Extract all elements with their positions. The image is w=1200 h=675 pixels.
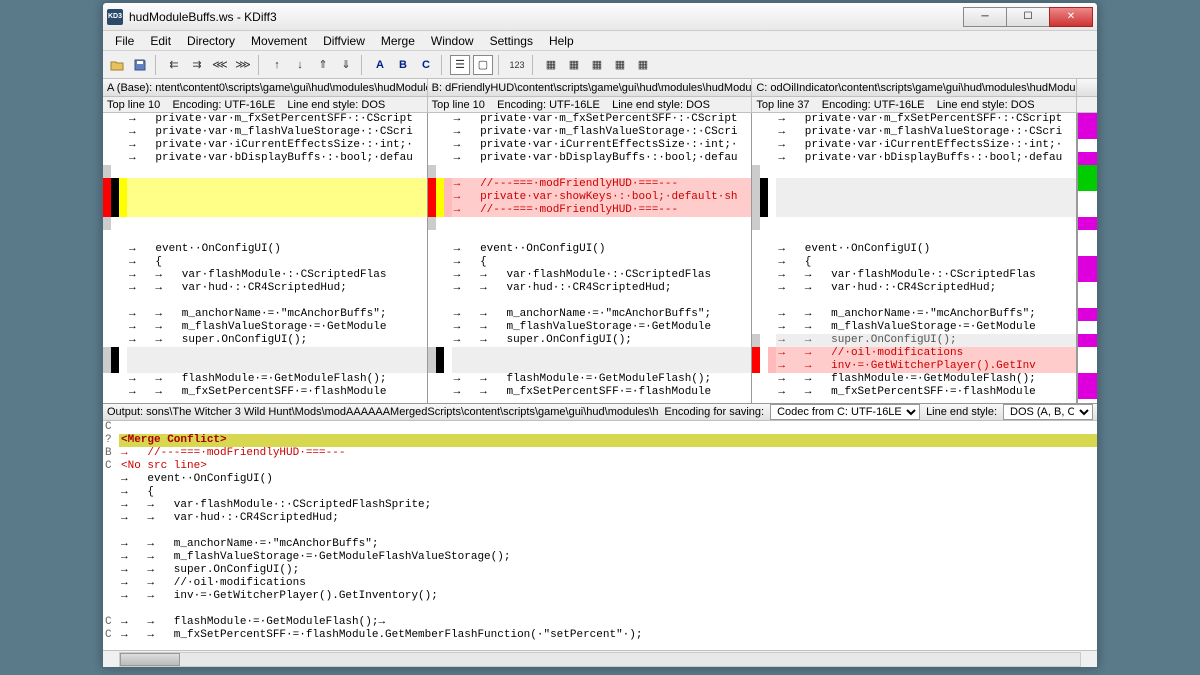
pane-a-header: A (Base): ntent\content0\scripts\game\gu…	[103, 79, 428, 96]
pane-c[interactable]: → private·var·m_fxSetPercentSFF·:·CScrip…	[752, 113, 1077, 403]
minimize-button[interactable]: ─	[963, 7, 1007, 27]
next-diff-icon[interactable]: ⇉	[187, 55, 207, 75]
close-button[interactable]: ✕	[1049, 7, 1093, 27]
pane-c-header: C: odOilIndicator\content\scripts\game\g…	[752, 79, 1077, 96]
down-arrow-icon[interactable]: ↓	[290, 55, 310, 75]
toolbar: ⇇ ⇉ ⋘ ⋙ ↑ ↓ ⇑ ⇓ A B C ☰ ▢ 123 ▦ ▦ ▦ ▦ ▦	[103, 51, 1097, 79]
choose-c-button[interactable]: C	[416, 55, 436, 75]
output-header: Output: sons\The Witcher 3 Wild Hunt\Mod…	[103, 403, 1097, 421]
last-diff-icon[interactable]: ⋙	[233, 55, 253, 75]
diff-panes: → private·var·m_fxSetPercentSFF·:·CScrip…	[103, 113, 1097, 403]
lineend-label: Line end style:	[926, 406, 997, 418]
encoding-select[interactable]: Codec from C: UTF-16LE	[770, 404, 920, 420]
pane-b-header: B: dFriendlyHUD\content\scripts\game\gui…	[428, 79, 753, 96]
menu-edit[interactable]: Edit	[142, 32, 179, 50]
menu-movement[interactable]: Movement	[243, 32, 315, 50]
menu-directory[interactable]: Directory	[179, 32, 243, 50]
menubar: File Edit Directory Movement Diffview Me…	[103, 31, 1097, 51]
choose-a-button[interactable]: A	[370, 55, 390, 75]
menu-window[interactable]: Window	[423, 32, 482, 50]
menu-merge[interactable]: Merge	[373, 32, 423, 50]
pane-headers: A (Base): ntent\content0\scripts\game\gu…	[103, 79, 1097, 97]
menu-diffview[interactable]: Diffview	[315, 32, 373, 50]
lineend-select[interactable]: DOS (A, B, C)	[1003, 404, 1093, 420]
horizontal-scrollbar[interactable]	[103, 650, 1097, 667]
up-arrow-icon[interactable]: ↑	[267, 55, 287, 75]
down2-arrow-icon[interactable]: ⇓	[336, 55, 356, 75]
pane-a[interactable]: → private·var·m_fxSetPercentSFF·:·CScrip…	[103, 113, 428, 403]
up2-arrow-icon[interactable]: ⇑	[313, 55, 333, 75]
pane-b[interactable]: → private·var·m_fxSetPercentSFF·:·CScrip…	[428, 113, 753, 403]
open-icon[interactable]	[107, 55, 127, 75]
toggle-view-icon[interactable]: ▢	[473, 55, 493, 75]
app-window: KD3 hudModuleBuffs.ws - KDiff3 ─ ☐ ✕ Fil…	[102, 2, 1098, 668]
first-diff-icon[interactable]: ⋘	[210, 55, 230, 75]
window-title: hudModuleBuffs.ws - KDiff3	[129, 10, 964, 24]
toggle-split-icon[interactable]: ☰	[450, 55, 470, 75]
encoding-label: Encoding for saving:	[664, 406, 764, 418]
misc3-icon[interactable]: ▦	[587, 55, 607, 75]
scroll-thumb[interactable]	[120, 653, 180, 666]
prev-diff-icon[interactable]: ⇇	[164, 55, 184, 75]
pane-infobar: Top line 10 Encoding: UTF-16LE Line end …	[103, 97, 1097, 113]
menu-help[interactable]: Help	[541, 32, 582, 50]
menu-file[interactable]: File	[107, 32, 142, 50]
menu-settings[interactable]: Settings	[482, 32, 541, 50]
choose-b-button[interactable]: B	[393, 55, 413, 75]
app-icon: KD3	[107, 9, 123, 25]
linenumbers-button[interactable]: 123	[507, 55, 527, 75]
maximize-button[interactable]: ☐	[1006, 7, 1050, 27]
output-path: Output: sons\The Witcher 3 Wild Hunt\Mod…	[107, 406, 658, 418]
overview-column[interactable]	[1077, 113, 1097, 403]
save-icon[interactable]	[130, 55, 150, 75]
output-pane[interactable]: C?BCCC <Merge Conflict>→ //---===·modFri…	[103, 421, 1097, 650]
misc2-icon[interactable]: ▦	[564, 55, 584, 75]
misc5-icon[interactable]: ▦	[633, 55, 653, 75]
misc4-icon[interactable]: ▦	[610, 55, 630, 75]
titlebar[interactable]: KD3 hudModuleBuffs.ws - KDiff3 ─ ☐ ✕	[103, 3, 1097, 31]
misc1-icon[interactable]: ▦	[541, 55, 561, 75]
